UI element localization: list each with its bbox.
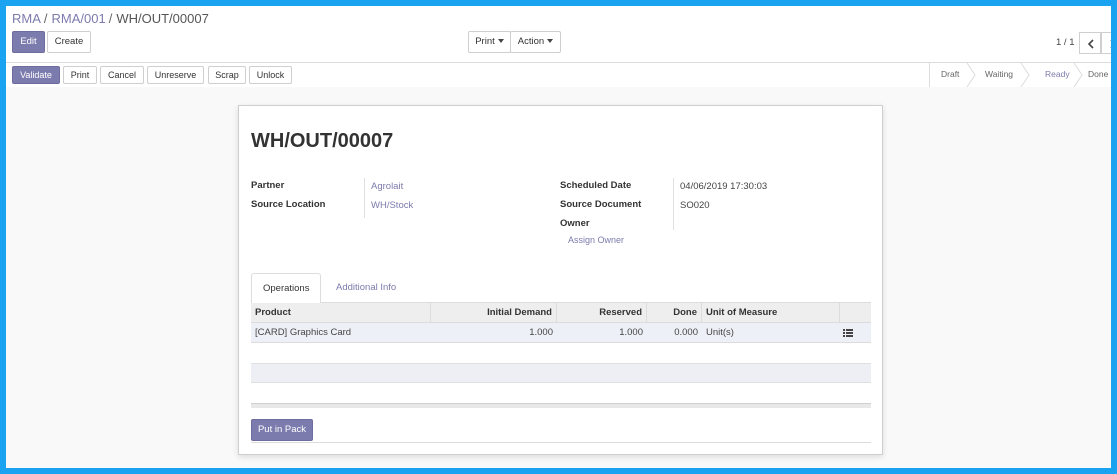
breadcrumb-item-rma[interactable]: RMA (12, 11, 41, 26)
create-button[interactable]: Create (47, 31, 91, 53)
validate-button[interactable]: Validate (12, 66, 60, 84)
source-document-label: Source Document (560, 199, 642, 210)
print-label: Print (475, 36, 495, 47)
chevron-left-icon (1087, 39, 1094, 49)
partner-value[interactable]: Agrolait (371, 181, 403, 192)
print-button[interactable]: Print (63, 66, 97, 84)
cell-product[interactable]: [CARD] Graphics Card (251, 323, 431, 343)
table-row[interactable]: [CARD] Graphics Card 1.000 1.000 0.000 U… (251, 323, 871, 343)
control-panel: RMA / RMA/001/WH/OUT/00007 Edit Create Pri… (6, 6, 1111, 87)
cell-reserved[interactable]: 1.000 (557, 323, 647, 343)
stage-separator-icon (966, 63, 976, 87)
stage-draft: Draft (941, 69, 960, 79)
stage-separator-icon (1020, 63, 1030, 87)
caret-down-icon (497, 39, 504, 44)
stage-ready: Ready (1045, 69, 1070, 79)
unreserve-button[interactable]: Unreserve (147, 66, 204, 84)
cell-initial-demand[interactable]: 1.000 (431, 323, 557, 343)
tab-additional-info[interactable]: Additional Info (325, 273, 407, 303)
unlock-button[interactable]: Unlock (249, 66, 292, 84)
source-document-value[interactable]: SO020 (680, 200, 710, 211)
cancel-button[interactable]: Cancel (100, 66, 144, 84)
action-dropdown-button[interactable]: Action (510, 31, 561, 53)
breadcrumb-separator: / (108, 11, 113, 26)
column-header-done[interactable]: Done (647, 303, 702, 323)
print-dropdown-button[interactable]: Print (468, 31, 511, 53)
form-sheet: WH/OUT/00007 Partner Agrolait Source Loc… (238, 105, 883, 455)
record-title: WH/OUT/00007 (251, 130, 394, 152)
field-divider (364, 178, 365, 218)
stage-done: Done (1088, 69, 1109, 79)
divider (251, 442, 871, 443)
list-icon (843, 329, 853, 337)
owner-label: Owner (560, 218, 590, 229)
stage-separator-icon (1073, 63, 1083, 87)
action-label: Action (517, 36, 545, 47)
column-header-initial-demand[interactable]: Initial Demand (431, 303, 557, 323)
column-header-product[interactable]: Product (251, 303, 431, 323)
table-footer (251, 403, 871, 408)
detailed-operations-button[interactable] (840, 323, 871, 343)
scrap-button[interactable]: Scrap (208, 66, 246, 84)
edit-button[interactable]: Edit (12, 31, 45, 53)
caret-down-icon (547, 39, 554, 44)
put-in-pack-button[interactable]: Put in Pack (251, 419, 313, 441)
partner-label: Partner (251, 180, 285, 191)
scheduled-date-value[interactable]: 04/06/2019 17:30:03 (680, 181, 767, 192)
cell-done[interactable]: 0.000 (647, 323, 702, 343)
breadcrumb: RMA / RMA/001/WH/OUT/00007 (12, 11, 209, 26)
assign-owner-button[interactable]: Assign Owner (568, 235, 624, 245)
cell-unit-of-measure[interactable]: Unit(s) (702, 323, 840, 343)
column-header-reserved[interactable]: Reserved (557, 303, 647, 323)
stage-waiting: Waiting (985, 69, 1014, 79)
pager-previous-button[interactable] (1079, 32, 1101, 54)
column-header-unit-of-measure[interactable]: Unit of Measure (702, 303, 840, 323)
table-header: Product Initial Demand Reserved Done Uni… (251, 303, 871, 323)
breadcrumb-separator: / (43, 11, 48, 26)
column-header-actions (840, 303, 871, 323)
tab-operations[interactable]: Operations (251, 273, 322, 304)
source-location-value[interactable]: WH/Stock (371, 200, 413, 211)
breadcrumb-current: WH/OUT/00007 (116, 11, 209, 26)
breadcrumb-item-rma-001[interactable]: RMA/001 (52, 11, 106, 26)
scheduled-date-label: Scheduled Date (560, 180, 632, 191)
statusbar: Validate Print Cancel Unreserve Scrap Un… (6, 62, 1111, 87)
field-divider (673, 178, 674, 230)
app-frame: RMA / RMA/001/WH/OUT/00007 Edit Create Pri… (6, 6, 1111, 468)
stage-indicator: Draft Waiting Ready Done (929, 63, 1111, 87)
pager-next-button[interactable] (1101, 32, 1111, 54)
chevron-right-icon (1110, 40, 1111, 48)
pager-value[interactable]: 1 / 1 (1056, 37, 1075, 48)
source-location-label: Source Location (251, 199, 326, 210)
table-empty-row (251, 363, 871, 383)
notebook-tabs: Operations Additional Info (251, 273, 871, 304)
